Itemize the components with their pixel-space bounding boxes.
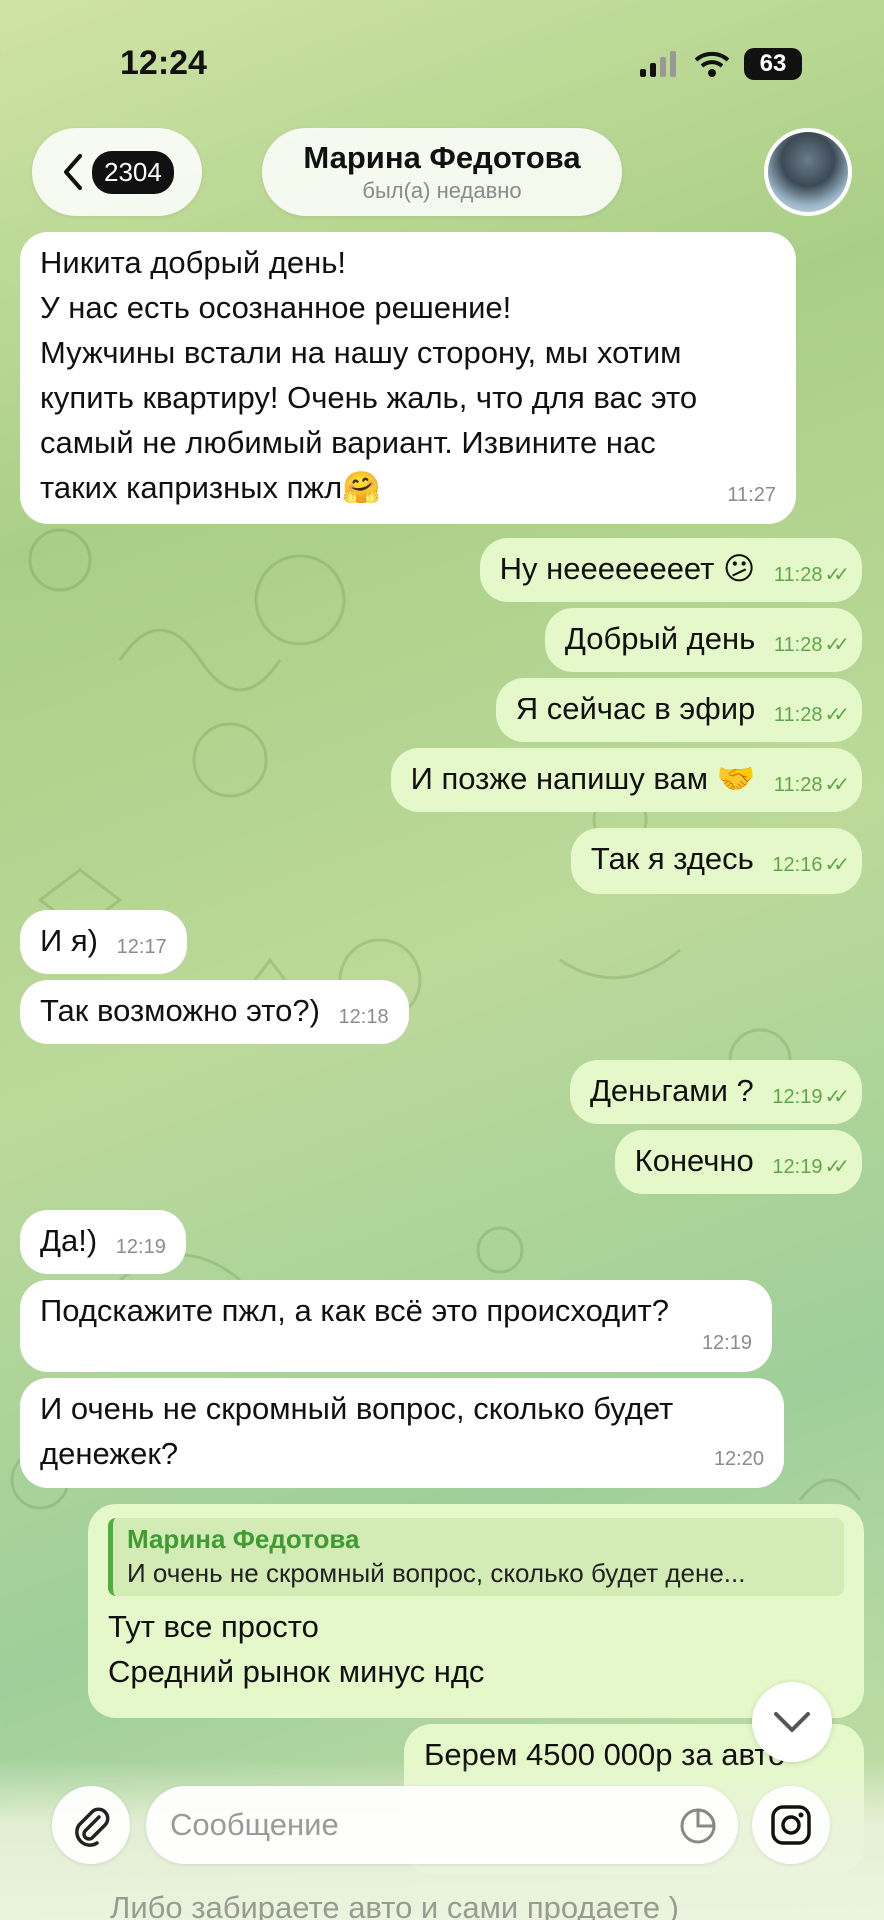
message-line: самый не любимый вариант. Извините нас [40, 425, 656, 460]
read-checkmarks-icon: ✓✓ [824, 634, 849, 656]
message-bubble-outgoing[interactable]: Так я здесь 12:16 ✓✓ [570, 828, 862, 894]
message-line: Никита добрый день! [40, 245, 347, 280]
message-preview-peek: Либо забираете авто и сами продаете ) [110, 1890, 679, 1920]
chevron-down-icon [774, 1712, 810, 1732]
message-time: 12:18 [338, 1006, 389, 1028]
message-bubble-outgoing[interactable]: Я сейчас в эфир 11:28 ✓✓ [495, 678, 862, 742]
message-bubble-outgoing[interactable]: И позже напишу вам 🤝 11:28 ✓✓ [390, 748, 862, 812]
message-time: 11:28 [773, 634, 823, 656]
message-line: таких капризных пжл🤗 [40, 470, 381, 505]
avatar[interactable] [764, 128, 852, 216]
message-bubble-outgoing-reply[interactable]: Марина Федотова И очень не скромный вопр… [88, 1504, 864, 1718]
wifi-icon [694, 51, 730, 77]
message-time: 12:19 [772, 1156, 823, 1178]
camera-button[interactable] [752, 1786, 830, 1864]
status-time: 12:24 [120, 44, 207, 82]
message-time: 11:28 [773, 704, 823, 726]
read-checkmarks-icon: ✓✓ [824, 1156, 849, 1178]
message-time: 11:28 [773, 774, 823, 796]
reply-text: И очень не скромный вопрос, сколько буде… [127, 1558, 746, 1588]
message-line: Средний рынок минус ндс [108, 1654, 485, 1689]
status-icons: 63 [640, 48, 802, 80]
sticker-icon[interactable] [678, 1806, 718, 1846]
message-text: Да!) [40, 1223, 98, 1258]
message-bubble-outgoing[interactable]: Добрый день 11:28 ✓✓ [544, 608, 862, 672]
read-checkmarks-icon: ✓✓ [824, 774, 849, 796]
battery-indicator: 63 [744, 48, 802, 80]
message-bubble-incoming[interactable]: И очень не скромный вопрос, сколько буде… [20, 1378, 784, 1488]
message-time: 11:27 [727, 484, 776, 506]
read-checkmarks-icon: ✓✓ [824, 564, 849, 586]
read-checkmarks-icon: ✓✓ [824, 1086, 849, 1108]
message-input[interactable] [146, 1786, 738, 1864]
message-text: Так возможно это?) [40, 993, 320, 1028]
scroll-down-button[interactable] [752, 1682, 832, 1762]
reply-quote[interactable]: Марина Федотова И очень не скромный вопр… [108, 1518, 844, 1596]
message-time: 12:20 [713, 1448, 764, 1470]
message-bubble-incoming[interactable]: Да!) 12:19 [20, 1210, 186, 1274]
message-time: 12:16 [772, 854, 823, 876]
message-text: Деньгами ? [589, 1073, 754, 1108]
message-line: денежек? [40, 1436, 179, 1471]
status-bar: 12:24 63 [0, 0, 884, 120]
message-text: Так я здесь [590, 841, 754, 876]
message-time: 11:28 [773, 564, 823, 586]
message-text: И позже напишу вам 🤝 [410, 761, 756, 796]
message-bubble-incoming[interactable]: Подскажите пжл, а как всё это происходит… [20, 1280, 772, 1372]
message-line: Мужчины встали на нашу сторону, мы хотим [40, 335, 682, 370]
message-text: Подскажите пжл, а как всё это происходит… [40, 1293, 669, 1328]
message-line: купить квартиру! Очень жаль, что для вас… [40, 380, 698, 415]
back-button[interactable]: 2304 [32, 128, 202, 216]
read-checkmarks-icon: ✓✓ [824, 854, 849, 876]
message-text: Ну неееееееет 😕 [499, 551, 756, 586]
message-bubble-outgoing[interactable]: Конечно 12:19 ✓✓ [614, 1130, 862, 1194]
signal-icon [640, 51, 676, 77]
message-time: 12:19 [115, 1236, 166, 1258]
message-line: И очень не скромный вопрос, сколько буде… [40, 1391, 674, 1426]
message-time: 12:19 [701, 1332, 752, 1354]
message-line: У нас есть осознанное решение! [40, 290, 512, 325]
message-time: 12:17 [116, 936, 167, 958]
message-text: Добрый день [564, 621, 756, 656]
message-bubble-outgoing[interactable]: Деньгами ? 12:19 ✓✓ [569, 1060, 862, 1124]
read-checkmarks-icon: ✓✓ [824, 704, 849, 726]
message-line: Тут все просто [108, 1609, 319, 1644]
message-bubble-incoming[interactable]: Так возможно это?) 12:18 [20, 980, 409, 1044]
message-bubble-incoming[interactable]: Никита добрый день! У нас есть осознанно… [20, 232, 796, 524]
message-text: И я) [40, 923, 99, 958]
reply-author: Марина Федотова [127, 1524, 360, 1554]
chevron-left-icon [64, 154, 82, 190]
contact-name: Марина Федотова [303, 140, 581, 175]
message-text: Конечно [634, 1143, 754, 1178]
attach-button[interactable] [52, 1786, 130, 1864]
paperclip-icon [75, 1807, 110, 1847]
message-bubble-outgoing[interactable]: Ну неееееееет 😕 11:28 ✓✓ [479, 538, 862, 602]
chat-title[interactable]: Марина Федотова был(а) недавно [262, 128, 622, 216]
unread-count-badge: 2304 [92, 150, 174, 194]
contact-status: был(а) недавно [362, 178, 522, 203]
message-text: Я сейчас в эфир [515, 691, 756, 726]
message-time: 12:19 [772, 1086, 823, 1108]
camera-icon [771, 1805, 811, 1845]
message-bubble-incoming[interactable]: И я) 12:17 [20, 910, 187, 974]
